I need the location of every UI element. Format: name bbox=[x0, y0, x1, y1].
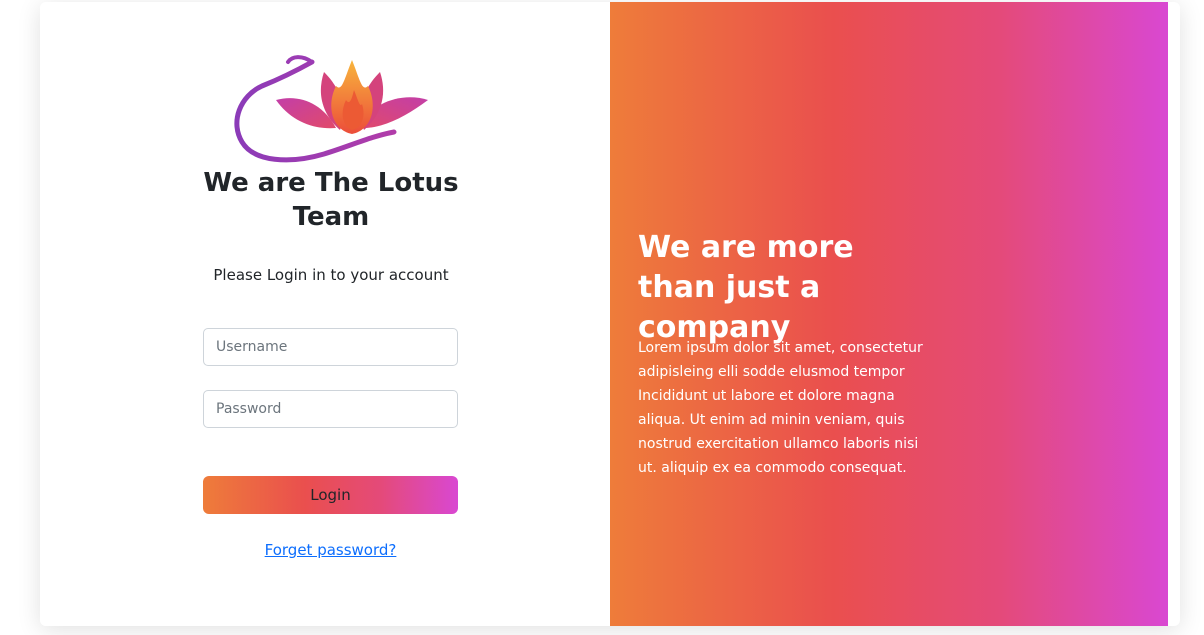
promo-heading: We are more than just a company bbox=[638, 230, 854, 345]
promo-body: Lorem ipsum dolor sit amet, consectetur … bbox=[638, 340, 923, 476]
password-input[interactable] bbox=[203, 390, 458, 428]
login-subtitle: Please Login in to your account bbox=[213, 266, 449, 284]
login-panel: We are The Lotus Team Please Login in to… bbox=[40, 2, 610, 626]
login-button[interactable]: Login bbox=[203, 476, 458, 514]
username-input[interactable] bbox=[203, 328, 458, 366]
login-card: We are The Lotus Team Please Login in to… bbox=[40, 2, 1180, 626]
team-title: We are The Lotus Team bbox=[203, 168, 459, 232]
promo-panel: We are more than just a company Lorem ip… bbox=[610, 2, 1168, 626]
lotus-logo-icon bbox=[234, 55, 428, 163]
forgot-password-link[interactable]: Forget password? bbox=[203, 541, 458, 559]
